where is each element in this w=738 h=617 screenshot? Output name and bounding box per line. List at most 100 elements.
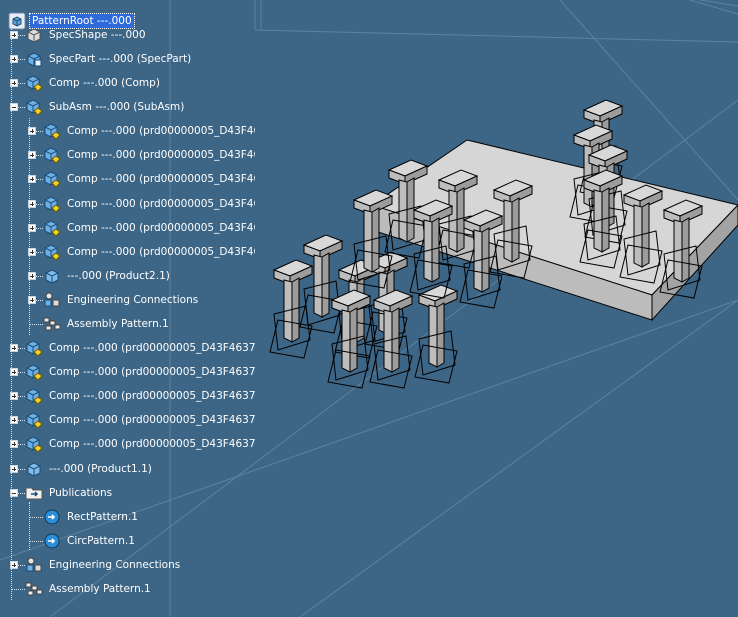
tree-node[interactable]: Assembly Pattern.1	[25, 579, 153, 599]
tree-node[interactable]: Comp ---.000 (prd00000005_D43F4637-(	[25, 338, 255, 358]
tree-connector	[36, 228, 43, 229]
tree-node-label: Comp ---.000 (prd00000005_D43F4637-(	[49, 342, 255, 354]
tree-connector	[29, 502, 30, 550]
tree-connector	[18, 35, 25, 36]
tree-node[interactable]: ---.000 (Product2.1)	[43, 266, 255, 286]
tree-connector	[36, 155, 43, 156]
assembly-pattern-icon	[25, 580, 43, 598]
component-icon	[25, 363, 43, 381]
tree-connector	[18, 107, 25, 108]
component-icon	[43, 146, 61, 164]
product-icon	[43, 267, 61, 285]
tree-node[interactable]: Comp ---.000 (prd00000005_D43F4637-(	[25, 410, 255, 430]
component-icon	[25, 387, 43, 405]
tree-node[interactable]: SpecPart ---.000 (SpecPart)	[25, 49, 193, 69]
tree-node[interactable]: Comp ---.000 (prd00000005_D43F463	[43, 121, 255, 141]
tree-node[interactable]: Assembly Pattern.1	[43, 314, 171, 334]
tree-node-label: CircPattern.1	[67, 535, 135, 547]
tree-node-label: SpecShape ---.000	[49, 29, 146, 41]
tree-connector	[36, 252, 43, 253]
tree-node-label: Assembly Pattern.1	[49, 583, 151, 595]
tree-connector	[18, 420, 25, 421]
tree-node[interactable]: Comp ---.000 (prd00000005_D43F463	[43, 194, 255, 214]
tree-connector	[30, 324, 43, 325]
tree-connector	[30, 541, 43, 542]
tree-node-label: ---.000 (Product2.1)	[67, 270, 170, 282]
tree-node-label: Publications	[49, 487, 113, 499]
tree-node-label: Engineering Connections	[49, 559, 181, 571]
tree-node[interactable]: Comp ---.000 (prd00000005_D43F4637-(	[25, 434, 255, 454]
tree-connector	[36, 131, 43, 132]
tree-connector	[30, 517, 43, 518]
tree-node[interactable]: SpecShape ---.000	[25, 25, 148, 45]
component-icon	[25, 74, 43, 92]
tree-connector	[18, 469, 25, 470]
tree-node-label: Comp ---.000 (prd00000005_D43F4637-(	[49, 438, 255, 450]
component-icon	[25, 411, 43, 429]
tree-node-label: Comp ---.000 (prd00000005_D43F463	[67, 173, 255, 185]
tree-node-label: Comp ---.000 (prd00000005_D43F4637-(	[49, 390, 255, 402]
tree-node[interactable]: Engineering Connections	[43, 290, 200, 310]
component-icon	[43, 122, 61, 140]
product-icon	[25, 460, 43, 478]
tree-node-label: Comp ---.000 (Comp)	[49, 77, 160, 89]
tree-connector	[18, 396, 25, 397]
tree-connector	[36, 179, 43, 180]
shape-icon	[25, 26, 43, 44]
tree-connector	[18, 348, 25, 349]
tree-node[interactable]: Engineering Connections	[25, 555, 182, 575]
tree-node[interactable]: Comp ---.000 (prd00000005_D43F463	[43, 242, 255, 262]
tree-connector	[36, 204, 43, 205]
publications-icon	[25, 484, 43, 502]
engineering-connections-icon	[43, 291, 61, 309]
tree-node[interactable]: Comp ---.000 (prd00000005_D43F463	[43, 145, 255, 165]
tree-node-label: SpecPart ---.000 (SpecPart)	[49, 53, 192, 65]
tree-connector	[12, 589, 25, 590]
tree-node[interactable]: ---.000 (Product1.1)	[25, 459, 154, 479]
tree-node[interactable]: RectPattern.1	[43, 507, 140, 527]
assembly-pattern-icon	[43, 315, 61, 333]
component-icon	[43, 195, 61, 213]
tree-connector	[18, 565, 25, 566]
component-icon	[25, 435, 43, 453]
tree-node-label: RectPattern.1	[67, 511, 138, 523]
tree-node-label: ---.000 (Product1.1)	[49, 463, 152, 475]
publication-item-icon	[43, 508, 61, 526]
tree-node-label: Engineering Connections	[67, 294, 199, 306]
component-icon	[25, 98, 43, 116]
specification-tree[interactable]: PatternRoot ---.000 SpecShape ---.000 Spe…	[0, 0, 738, 617]
tree-connector	[11, 22, 12, 600]
tree-node[interactable]: Publications	[25, 483, 114, 503]
component-icon	[43, 170, 61, 188]
tree-connector	[18, 59, 25, 60]
part-icon	[25, 50, 43, 68]
publication-item-icon	[43, 532, 61, 550]
tree-node[interactable]: Comp ---.000 (prd00000005_D43F4637-(	[25, 362, 255, 382]
tree-connector	[36, 300, 43, 301]
tree-node-label: Comp ---.000 (prd00000005_D43F4637-(	[49, 414, 255, 426]
component-icon	[43, 219, 61, 237]
tree-node[interactable]: Comp ---.000 (prd00000005_D43F463	[43, 169, 255, 189]
tree-connector	[18, 493, 25, 494]
tree-node[interactable]: Comp ---.000 (prd00000005_D43F463	[43, 218, 255, 238]
component-icon	[25, 339, 43, 357]
tree-node-label: Comp ---.000 (prd00000005_D43F4637-(	[49, 366, 255, 378]
tree-node[interactable]: SubAsm ---.000 (SubAsm)	[25, 97, 186, 117]
tree-node[interactable]: CircPattern.1	[43, 531, 137, 551]
component-icon	[43, 243, 61, 261]
tree-node-label: Comp ---.000 (prd00000005_D43F463	[67, 149, 255, 161]
tree-node-label: Comp ---.000 (prd00000005_D43F463	[67, 125, 255, 137]
tree-connector	[18, 444, 25, 445]
tree-node-label: SubAsm ---.000 (SubAsm)	[49, 101, 185, 113]
tree-connector	[29, 118, 30, 335]
tree-connector	[18, 83, 25, 84]
tree-connector	[18, 372, 25, 373]
tree-node-label: Comp ---.000 (prd00000005_D43F463	[67, 246, 255, 258]
tree-node-label: Comp ---.000 (prd00000005_D43F463	[67, 222, 255, 234]
engineering-connections-icon	[25, 556, 43, 574]
tree-connector	[36, 276, 43, 277]
tree-node[interactable]: Comp ---.000 (Comp)	[25, 73, 162, 93]
tree-node[interactable]: Comp ---.000 (prd00000005_D43F4637-(	[25, 386, 255, 406]
tree-node-label: Comp ---.000 (prd00000005_D43F463	[67, 198, 255, 210]
tree-node-label: Assembly Pattern.1	[67, 318, 169, 330]
